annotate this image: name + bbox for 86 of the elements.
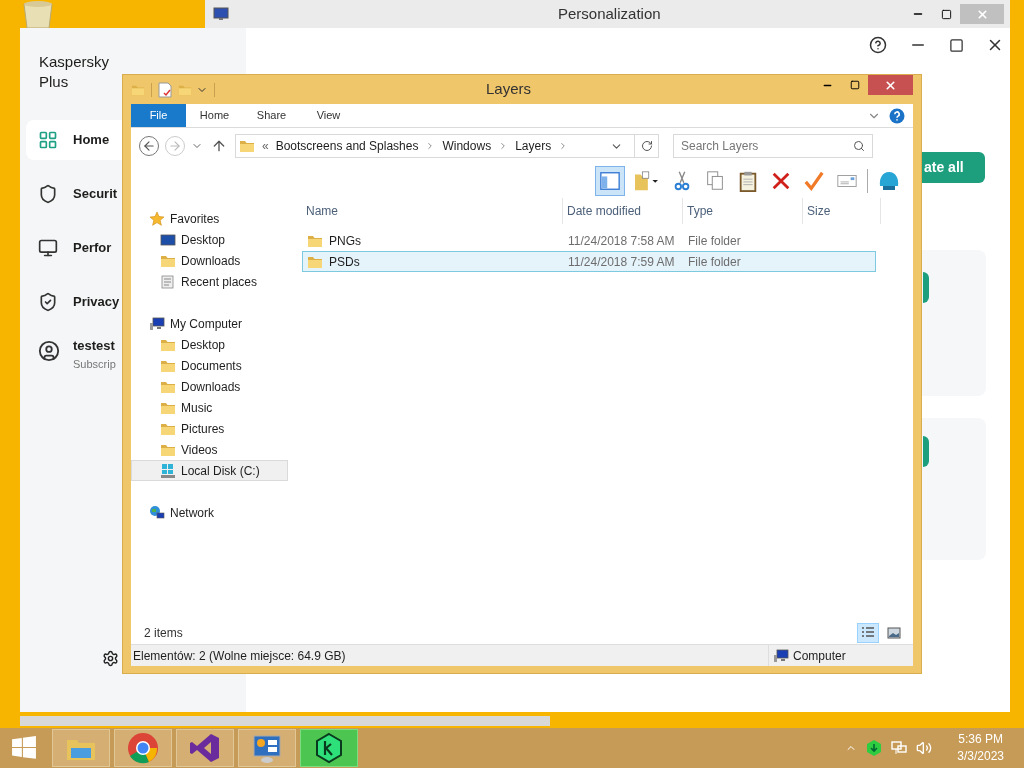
settings-icon[interactable] xyxy=(102,650,119,667)
maximize-icon xyxy=(849,80,860,90)
nav-tree-item[interactable]: Favorites xyxy=(131,208,288,229)
window-title: Personalization xyxy=(558,3,661,24)
network-icon xyxy=(149,504,165,521)
desktop-icon xyxy=(160,231,176,248)
account-icon xyxy=(38,340,60,362)
control-panel-icon[interactable] xyxy=(238,729,296,767)
maximize-icon[interactable] xyxy=(949,37,964,53)
search-field[interactable]: Search Layers xyxy=(673,134,873,158)
shield-icon xyxy=(38,184,58,204)
column-header[interactable]: Size xyxy=(803,198,881,224)
monitor-icon xyxy=(213,6,229,22)
help-icon[interactable] xyxy=(869,36,887,54)
volume-icon[interactable] xyxy=(916,740,933,756)
card-action-button[interactable] xyxy=(923,436,929,467)
folder-icon[interactable] xyxy=(52,729,110,767)
nav-tree-item[interactable]: Recent places xyxy=(131,271,288,292)
nav-tree-item[interactable]: Downloads xyxy=(131,376,288,397)
details-view-button[interactable] xyxy=(857,623,879,643)
date-cell-text: 11/24/2018 7:59 AM xyxy=(567,253,676,271)
folder-icon xyxy=(239,138,255,154)
account-subtitle: Subscrip xyxy=(73,356,116,372)
file-name: PSDs xyxy=(329,253,360,271)
properties-icon[interactable] xyxy=(158,81,172,98)
card-action-button[interactable] xyxy=(923,272,929,303)
ribbon-tab[interactable]: View xyxy=(300,104,357,127)
nav-tree-item[interactable]: Desktop xyxy=(131,229,288,250)
nav-tree-item[interactable]: My Computer xyxy=(131,313,288,334)
app-name: Kaspersky Plus xyxy=(39,52,111,92)
nav-tree-item[interactable]: Network xyxy=(131,502,288,523)
picture-icon xyxy=(887,626,901,640)
monitor-icon xyxy=(38,238,58,258)
ribbon-tab[interactable]: Home xyxy=(186,104,243,127)
details-list-icon xyxy=(861,626,875,640)
close-icon xyxy=(975,7,989,21)
hexagon-k-logo-icon[interactable] xyxy=(300,729,358,767)
grid-icon xyxy=(38,130,58,150)
nav-item[interactable]: Privacy xyxy=(26,282,122,322)
column-header[interactable]: Name xyxy=(302,198,563,224)
browser-logo-icon[interactable] xyxy=(114,729,172,767)
item-count: 2 items xyxy=(144,625,183,642)
search-icon xyxy=(853,140,865,152)
close-icon xyxy=(884,78,897,92)
up-icon[interactable] xyxy=(211,138,227,154)
recent-places-icon xyxy=(160,273,176,290)
type-cell-text: File folder xyxy=(687,253,742,271)
computer-icon xyxy=(149,315,165,332)
nav-tree-item[interactable]: Music xyxy=(131,397,288,418)
breadcrumb-item[interactable]: Bootscreens and Splashes xyxy=(275,137,419,155)
window-title: Layers xyxy=(486,79,532,100)
status-text: Elementów: 2 (Wolne miejsce: 64.9 GB) xyxy=(132,647,346,665)
overflow-glyph[interactable]: « xyxy=(262,137,269,155)
breadcrumb-item[interactable]: Windows xyxy=(442,137,492,155)
download-shield-icon[interactable] xyxy=(866,740,883,756)
nav-item[interactable]: Perfor xyxy=(26,228,122,268)
ribbon-tab[interactable]: Share xyxy=(243,104,300,127)
shield-person-icon xyxy=(38,292,58,312)
status-location: Computer xyxy=(793,647,846,665)
file-row[interactable]: PSDs 11/24/2018 7:59 AM File folder xyxy=(302,251,876,272)
type-cell-text: File folder xyxy=(687,232,742,250)
breadcrumb-item[interactable]: Layers xyxy=(515,137,552,155)
column-header[interactable]: Date modified xyxy=(563,198,683,224)
column-header[interactable]: Type xyxy=(683,198,803,224)
address-bar[interactable]: « Bootscreens and Splashes Windows Layers xyxy=(235,134,659,158)
nav-tree-item[interactable]: Videos xyxy=(131,439,288,460)
nav-tree-item[interactable]: Pictures xyxy=(131,418,288,439)
network-icon[interactable] xyxy=(891,740,908,756)
file-name: PNGs xyxy=(329,232,361,250)
account-name: testest xyxy=(73,337,116,355)
windows-logo-icon[interactable] xyxy=(11,735,37,761)
infinity-logo-icon[interactable] xyxy=(176,729,234,767)
computer-icon xyxy=(773,647,789,664)
maximize-icon xyxy=(940,8,952,20)
nav-tree-item[interactable]: Desktop xyxy=(131,334,288,355)
date-cell-text: 11/24/2018 7:58 AM xyxy=(567,232,676,250)
star-icon xyxy=(149,210,165,227)
nav-tree-item[interactable]: Documents xyxy=(131,355,288,376)
disk-icon xyxy=(160,462,176,479)
nav-item[interactable]: Home xyxy=(26,120,122,160)
nav-tree-item[interactable]: Downloads xyxy=(131,250,288,271)
file-row[interactable]: PNGs 11/24/2018 7:58 AM File folder xyxy=(302,230,876,251)
nav-item[interactable]: Securit xyxy=(26,174,122,214)
refresh-icon[interactable] xyxy=(640,140,653,152)
nav-tree-item[interactable]: Local Disk (C:) xyxy=(131,460,288,481)
preview-pane-icon[interactable] xyxy=(595,166,625,196)
